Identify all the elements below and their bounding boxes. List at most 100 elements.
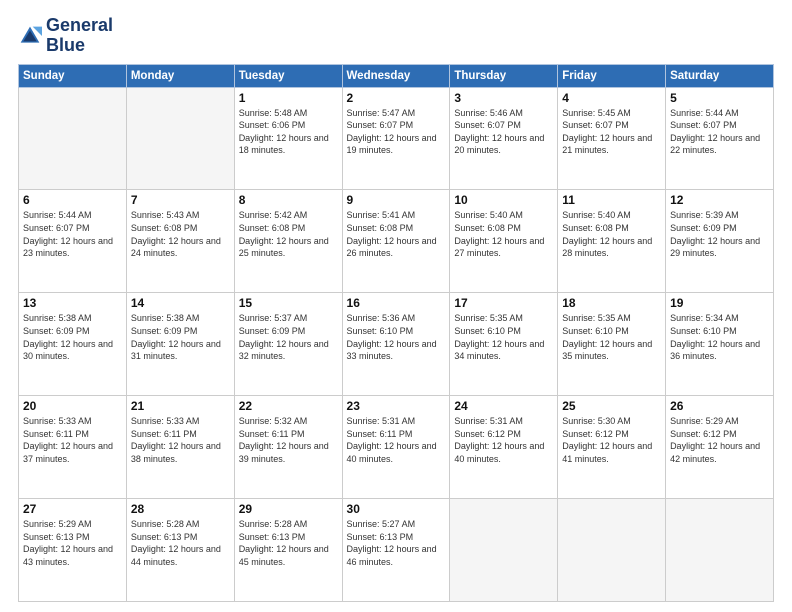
calendar-week-1: 1 Sunrise: 5:48 AM Sunset: 6:06 PM Daylig…	[19, 87, 774, 190]
day-number: 23	[347, 399, 446, 413]
day-info: Sunrise: 5:33 AM Sunset: 6:11 PM Dayligh…	[23, 415, 122, 465]
day-info: Sunrise: 5:30 AM Sunset: 6:12 PM Dayligh…	[562, 415, 661, 465]
day-number: 1	[239, 91, 338, 105]
day-number: 24	[454, 399, 553, 413]
logo: General Blue	[18, 16, 113, 56]
day-number: 2	[347, 91, 446, 105]
calendar-cell	[19, 87, 127, 190]
day-number: 30	[347, 502, 446, 516]
calendar-cell: 17 Sunrise: 5:35 AM Sunset: 6:10 PM Dayli…	[450, 293, 558, 396]
calendar-cell: 14 Sunrise: 5:38 AM Sunset: 6:09 PM Dayli…	[126, 293, 234, 396]
day-info: Sunrise: 5:39 AM Sunset: 6:09 PM Dayligh…	[670, 209, 769, 259]
calendar-cell: 7Sunrise: 5:43 AM Sunset: 6:08 PM Daylig…	[126, 190, 234, 293]
day-number: 28	[131, 502, 230, 516]
day-number: 19	[670, 296, 769, 310]
calendar-cell: 25 Sunrise: 5:30 AM Sunset: 6:12 PM Dayli…	[558, 396, 666, 499]
day-info: Sunrise: 5:44 AM Sunset: 6:07 PM Dayligh…	[23, 209, 122, 259]
calendar-cell: 4Sunrise: 5:45 AM Sunset: 6:07 PM Daylig…	[558, 87, 666, 190]
day-info: Sunrise: 5:32 AM Sunset: 6:11 PM Dayligh…	[239, 415, 338, 465]
day-number: 20	[23, 399, 122, 413]
day-number: 9	[347, 193, 446, 207]
day-info: Sunrise: 5:43 AM Sunset: 6:08 PM Dayligh…	[131, 209, 230, 259]
day-info: Sunrise: 5:27 AM Sunset: 6:13 PM Dayligh…	[347, 518, 446, 568]
calendar-cell: 11Sunrise: 5:40 AM Sunset: 6:08 PM Dayli…	[558, 190, 666, 293]
calendar-cell: 16 Sunrise: 5:36 AM Sunset: 6:10 PM Dayli…	[342, 293, 450, 396]
weekday-header-tuesday: Tuesday	[234, 64, 342, 87]
calendar-cell: 15 Sunrise: 5:37 AM Sunset: 6:09 PM Dayli…	[234, 293, 342, 396]
day-info: Sunrise: 5:28 AM Sunset: 6:13 PM Dayligh…	[239, 518, 338, 568]
calendar-cell	[126, 87, 234, 190]
day-number: 16	[347, 296, 446, 310]
day-number: 6	[23, 193, 122, 207]
calendar-cell: 3Sunrise: 5:46 AM Sunset: 6:07 PM Daylig…	[450, 87, 558, 190]
calendar-cell: 8Sunrise: 5:42 AM Sunset: 6:08 PM Daylig…	[234, 190, 342, 293]
day-number: 4	[562, 91, 661, 105]
day-info: Sunrise: 5:38 AM Sunset: 6:09 PM Dayligh…	[23, 312, 122, 362]
day-info: Sunrise: 5:31 AM Sunset: 6:12 PM Dayligh…	[454, 415, 553, 465]
calendar-cell	[450, 499, 558, 602]
calendar-cell: 30 Sunrise: 5:27 AM Sunset: 6:13 PM Dayli…	[342, 499, 450, 602]
day-number: 21	[131, 399, 230, 413]
logo-text: General Blue	[46, 16, 113, 56]
day-number: 8	[239, 193, 338, 207]
calendar-cell: 12Sunrise: 5:39 AM Sunset: 6:09 PM Dayli…	[666, 190, 774, 293]
calendar-cell	[666, 499, 774, 602]
calendar-cell: 1 Sunrise: 5:48 AM Sunset: 6:06 PM Daylig…	[234, 87, 342, 190]
calendar-week-3: 13 Sunrise: 5:38 AM Sunset: 6:09 PM Dayli…	[19, 293, 774, 396]
weekday-header-thursday: Thursday	[450, 64, 558, 87]
weekday-header-monday: Monday	[126, 64, 234, 87]
day-number: 29	[239, 502, 338, 516]
day-info: Sunrise: 5:31 AM Sunset: 6:11 PM Dayligh…	[347, 415, 446, 465]
day-info: Sunrise: 5:35 AM Sunset: 6:10 PM Dayligh…	[454, 312, 553, 362]
day-info: Sunrise: 5:33 AM Sunset: 6:11 PM Dayligh…	[131, 415, 230, 465]
calendar-cell: 9 Sunrise: 5:41 AM Sunset: 6:08 PM Daylig…	[342, 190, 450, 293]
calendar-cell: 27 Sunrise: 5:29 AM Sunset: 6:13 PM Dayli…	[19, 499, 127, 602]
day-info: Sunrise: 5:29 AM Sunset: 6:12 PM Dayligh…	[670, 415, 769, 465]
day-info: Sunrise: 5:37 AM Sunset: 6:09 PM Dayligh…	[239, 312, 338, 362]
calendar-cell	[558, 499, 666, 602]
calendar-cell: 6 Sunrise: 5:44 AM Sunset: 6:07 PM Daylig…	[19, 190, 127, 293]
weekday-header-sunday: Sunday	[19, 64, 127, 87]
day-info: Sunrise: 5:38 AM Sunset: 6:09 PM Dayligh…	[131, 312, 230, 362]
calendar-cell: 2 Sunrise: 5:47 AM Sunset: 6:07 PM Daylig…	[342, 87, 450, 190]
calendar-cell: 29 Sunrise: 5:28 AM Sunset: 6:13 PM Dayli…	[234, 499, 342, 602]
day-info: Sunrise: 5:44 AM Sunset: 6:07 PM Dayligh…	[670, 107, 769, 157]
calendar-cell: 13 Sunrise: 5:38 AM Sunset: 6:09 PM Dayli…	[19, 293, 127, 396]
day-info: Sunrise: 5:28 AM Sunset: 6:13 PM Dayligh…	[131, 518, 230, 568]
day-number: 5	[670, 91, 769, 105]
day-number: 18	[562, 296, 661, 310]
calendar-cell: 18 Sunrise: 5:35 AM Sunset: 6:10 PM Dayli…	[558, 293, 666, 396]
weekday-header-saturday: Saturday	[666, 64, 774, 87]
day-number: 3	[454, 91, 553, 105]
day-info: Sunrise: 5:40 AM Sunset: 6:08 PM Dayligh…	[562, 209, 661, 259]
calendar-week-4: 20 Sunrise: 5:33 AM Sunset: 6:11 PM Dayli…	[19, 396, 774, 499]
day-number: 13	[23, 296, 122, 310]
calendar-cell: 19 Sunrise: 5:34 AM Sunset: 6:10 PM Dayli…	[666, 293, 774, 396]
day-info: Sunrise: 5:47 AM Sunset: 6:07 PM Dayligh…	[347, 107, 446, 157]
day-info: Sunrise: 5:36 AM Sunset: 6:10 PM Dayligh…	[347, 312, 446, 362]
day-number: 27	[23, 502, 122, 516]
calendar-cell: 23 Sunrise: 5:31 AM Sunset: 6:11 PM Dayli…	[342, 396, 450, 499]
calendar-table: SundayMondayTuesdayWednesdayThursdayFrid…	[18, 64, 774, 602]
day-info: Sunrise: 5:34 AM Sunset: 6:10 PM Dayligh…	[670, 312, 769, 362]
day-number: 15	[239, 296, 338, 310]
day-info: Sunrise: 5:29 AM Sunset: 6:13 PM Dayligh…	[23, 518, 122, 568]
calendar-cell: 10 Sunrise: 5:40 AM Sunset: 6:08 PM Dayli…	[450, 190, 558, 293]
day-info: Sunrise: 5:40 AM Sunset: 6:08 PM Dayligh…	[454, 209, 553, 259]
day-number: 14	[131, 296, 230, 310]
day-info: Sunrise: 5:48 AM Sunset: 6:06 PM Dayligh…	[239, 107, 338, 157]
calendar-week-5: 27 Sunrise: 5:29 AM Sunset: 6:13 PM Dayli…	[19, 499, 774, 602]
weekday-header-wednesday: Wednesday	[342, 64, 450, 87]
calendar-cell: 21 Sunrise: 5:33 AM Sunset: 6:11 PM Dayli…	[126, 396, 234, 499]
day-info: Sunrise: 5:41 AM Sunset: 6:08 PM Dayligh…	[347, 209, 446, 259]
calendar-cell: 20 Sunrise: 5:33 AM Sunset: 6:11 PM Dayli…	[19, 396, 127, 499]
calendar-cell: 28 Sunrise: 5:28 AM Sunset: 6:13 PM Dayli…	[126, 499, 234, 602]
weekday-header-friday: Friday	[558, 64, 666, 87]
calendar-cell: 24 Sunrise: 5:31 AM Sunset: 6:12 PM Dayli…	[450, 396, 558, 499]
day-number: 25	[562, 399, 661, 413]
calendar-week-2: 6 Sunrise: 5:44 AM Sunset: 6:07 PM Daylig…	[19, 190, 774, 293]
day-info: Sunrise: 5:35 AM Sunset: 6:10 PM Dayligh…	[562, 312, 661, 362]
day-number: 17	[454, 296, 553, 310]
day-number: 22	[239, 399, 338, 413]
day-number: 10	[454, 193, 553, 207]
